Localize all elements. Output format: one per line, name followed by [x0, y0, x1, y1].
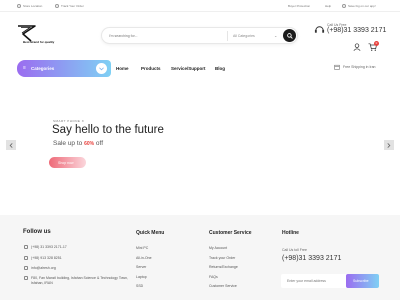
- email-text: info@alresh.org: [31, 266, 56, 270]
- footer-hotline-label: Call Us toll Free: [282, 248, 307, 252]
- site-footer: Follow us (+98) 31 3393 2171-17 (+98) 91…: [0, 215, 400, 300]
- phone-2-text: (+98) 913 328 8251: [31, 256, 62, 260]
- address-text: F80, Fan Manzil building, Isfahan Scienc…: [31, 276, 128, 285]
- free-shipping-notice: Free Shipping in Iran: [334, 64, 376, 70]
- store-location-label: Store Location: [23, 3, 43, 8]
- subscribe-button[interactable]: Subscribe: [346, 274, 379, 288]
- sale-percentage: 60%: [84, 141, 95, 147]
- truck-icon: [55, 3, 59, 8]
- quick-menu-link[interactable]: All-in-One: [136, 256, 152, 260]
- logo-tagline: Best Brand for quality: [23, 40, 55, 44]
- newsletter-form: Subscribe: [281, 274, 379, 288]
- search-button[interactable]: [283, 29, 296, 42]
- free-shipping-label: Free Shipping in Iran: [343, 65, 376, 69]
- categories-button[interactable]: ≡ Categories: [17, 60, 111, 77]
- mail-icon: [24, 266, 28, 270]
- search-divider: [227, 31, 228, 41]
- contact-phone-1[interactable]: (+98) 31 3393 2171-17: [24, 245, 67, 249]
- customer-service-link[interactable]: Customer Service: [209, 284, 237, 288]
- headset-icon: [314, 26, 325, 33]
- quick-menu-heading: Quick Menu: [136, 230, 165, 236]
- location-pin-icon: [24, 276, 28, 280]
- nav-blog[interactable]: Blog: [215, 66, 225, 71]
- help-label: Help: [325, 3, 332, 8]
- chevron-down-icon: [96, 63, 107, 74]
- search-input[interactable]: [109, 32, 224, 40]
- hero-slider: SMART PHONE X Say hello to the future Sa…: [0, 77, 400, 215]
- quick-menu-link[interactable]: Mini PC: [136, 246, 148, 250]
- menu-icon: ≡: [23, 65, 26, 71]
- location-pin-icon: [17, 3, 21, 8]
- buyer-protection-link[interactable]: Buyer Protection: [288, 4, 310, 8]
- site-logo[interactable]: Best Brand for quality: [17, 24, 57, 48]
- shop-now-label: Shop now: [58, 160, 74, 165]
- cart-count-badge: 0: [374, 41, 379, 46]
- customer-service-heading: Customer Service: [209, 230, 252, 236]
- nav-products[interactable]: Products: [141, 66, 161, 71]
- header-hotline: Call Us Free (+98)31 3393 2171: [314, 23, 388, 37]
- sale-prefix: Sale up to: [53, 140, 83, 147]
- customer-service-link[interactable]: FAQs: [209, 275, 218, 279]
- search-icon: [286, 32, 293, 39]
- hotline-number[interactable]: (+98)31 3393 2171: [327, 27, 386, 34]
- hotline-heading: Hotline: [282, 230, 299, 236]
- phone-icon: [342, 3, 346, 8]
- mobile-icon: [24, 256, 28, 260]
- track-order-link[interactable]: Track Your Order: [55, 3, 84, 8]
- store-location-link[interactable]: Store Location: [17, 3, 43, 8]
- contact-phone-2[interactable]: (+98) 913 328 8251: [24, 256, 62, 260]
- track-order-label: Track Your Order: [61, 3, 84, 8]
- hero-subtitle: SMART PHONE X: [53, 119, 85, 123]
- chevron-left-icon: [9, 142, 13, 148]
- search-bar: All Categories ⌄: [101, 27, 298, 44]
- customer-service-link[interactable]: Returns/Exchange: [209, 265, 238, 269]
- header-icons: 0: [353, 41, 383, 51]
- contact-address: F80, Fan Manzil building, Isfahan Scienc…: [24, 276, 141, 285]
- main-navbar: ≡ Categories Home Products Service/Suppo…: [0, 60, 400, 77]
- quick-menu-link[interactable]: Server: [136, 265, 146, 269]
- nav-home[interactable]: Home: [116, 66, 129, 71]
- quick-menu-link[interactable]: Laptop: [136, 275, 147, 279]
- category-select[interactable]: All Categories: [233, 34, 255, 38]
- newsletter-email-input[interactable]: [287, 277, 342, 285]
- customer-service-link[interactable]: Track your Order: [209, 256, 235, 260]
- shop-now-button[interactable]: Shop now: [49, 157, 86, 168]
- save-big-link[interactable]: Save big on our app!: [342, 3, 376, 8]
- slider-prev-button[interactable]: [6, 140, 16, 150]
- quick-menu-link[interactable]: SSD: [136, 284, 143, 288]
- sale-suffix: off: [95, 140, 104, 147]
- chevron-right-icon: [387, 142, 391, 148]
- chevron-down-icon: ⌄: [274, 32, 278, 38]
- nav-service-support[interactable]: Service/Support: [171, 66, 206, 71]
- subscribe-label: Subscribe: [353, 279, 369, 283]
- top-bar: Store Location Track Your Order Buyer Pr…: [0, 0, 400, 12]
- categories-label: Categories: [31, 65, 55, 71]
- box-icon: [334, 64, 340, 70]
- buyer-protection-label: Buyer Protection: [288, 3, 311, 8]
- hero-sale-text: Sale up to 60% off: [53, 140, 103, 147]
- user-icon[interactable]: [353, 43, 361, 51]
- hero-title: Say hello to the future: [52, 124, 164, 136]
- contact-email[interactable]: info@alresh.org: [24, 266, 56, 270]
- phone-icon: [24, 245, 28, 249]
- follow-us-heading: Follow us: [23, 229, 51, 235]
- slider-next-button[interactable]: [384, 140, 394, 150]
- save-big-label: Save big on our app!: [348, 3, 376, 8]
- footer-hotline-number[interactable]: (+98)31 3393 2171: [282, 255, 341, 262]
- help-link[interactable]: Help: [325, 4, 331, 8]
- phone-1-text: (+98) 31 3393 2171-17: [31, 245, 67, 249]
- customer-service-link[interactable]: My Account: [209, 246, 227, 250]
